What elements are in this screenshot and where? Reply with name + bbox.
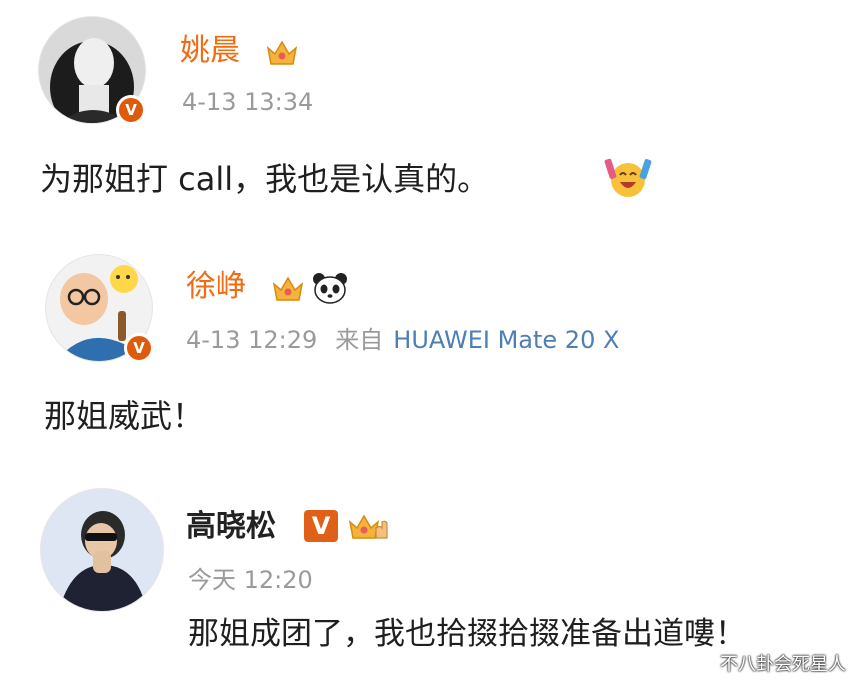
username[interactable]: 高晓松 — [186, 510, 276, 544]
comment-text: 为那姐打 call，我也是认真的。 — [40, 160, 490, 198]
avatar[interactable] — [40, 488, 164, 612]
comment-item: V 徐峥 4-13 12:29 来自 HUAWEI Mate 20 X 那姐威武！ — [0, 230, 854, 460]
watermark: 不八卦会死星人 — [720, 654, 846, 675]
crown-hand-icon — [348, 514, 388, 539]
avatar-photo — [41, 489, 163, 611]
post-time: 4-13 12:29 — [186, 326, 318, 354]
vip-v-icon: V — [304, 510, 338, 542]
username[interactable]: 徐峥 — [186, 270, 246, 304]
comment-text: 那姐成团了，我也拾掇拾掇准备出道嘍！ — [188, 616, 746, 652]
comment-item: V 姚晨 4-13 13:34 为那姐打 call，我也是认真的。 — [0, 0, 854, 230]
post-time: 今天 12:20 — [188, 566, 313, 594]
verified-badge: V — [116, 95, 146, 125]
crown-icon — [272, 276, 304, 301]
comment-text: 那姐威武！ — [44, 397, 205, 435]
panda-icon — [313, 273, 347, 304]
crown-icon — [266, 40, 298, 65]
cheering-emoji-icon — [604, 158, 652, 197]
post-time: 4-13 13:34 — [182, 88, 314, 116]
post-meta: 4-13 12:29 来自 HUAWEI Mate 20 X — [186, 326, 619, 354]
source-label: 来自 — [335, 326, 384, 354]
username[interactable]: 姚晨 — [180, 34, 240, 68]
verified-badge: V — [124, 333, 154, 363]
device-link[interactable]: HUAWEI Mate 20 X — [393, 326, 619, 354]
